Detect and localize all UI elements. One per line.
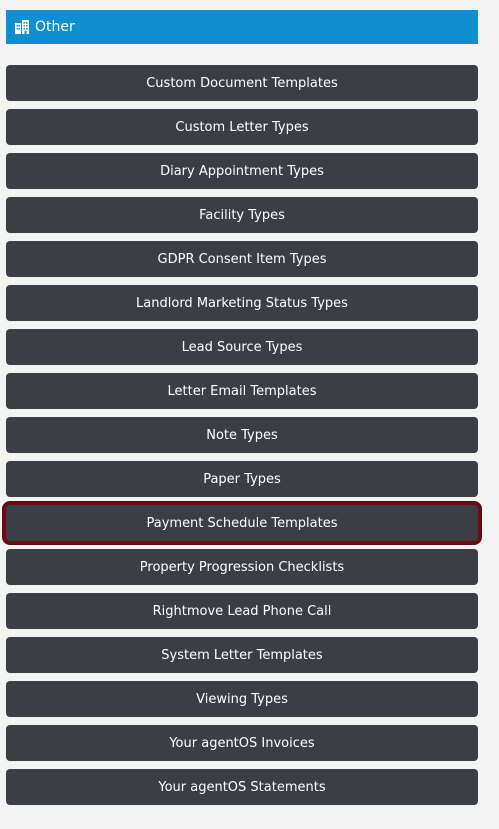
menu-button-label: Your agentOS Invoices [169,735,315,751]
viewing-types-button[interactable]: Viewing Types [6,681,478,717]
other-settings-panel: Other Custom Document Templates Custom Le… [6,10,478,813]
settings-menu-list: Custom Document Templates Custom Letter T… [6,65,478,805]
your-agentos-statements-button[interactable]: Your agentOS Statements [6,769,478,805]
building-icon [14,19,30,35]
menu-button-label: Lead Source Types [181,339,303,355]
menu-button-label: Viewing Types [196,691,288,707]
menu-button-label: System Letter Templates [161,647,323,663]
menu-button-label: Diary Appointment Types [160,163,324,179]
menu-button-label: GDPR Consent Item Types [157,251,327,267]
gdpr-consent-item-types-button[interactable]: GDPR Consent Item Types [6,241,478,277]
facility-types-button[interactable]: Facility Types [6,197,478,233]
landlord-marketing-status-types-button[interactable]: Landlord Marketing Status Types [6,285,478,321]
menu-button-label: Custom Document Templates [146,75,338,91]
your-agentos-invoices-button[interactable]: Your agentOS Invoices [6,725,478,761]
menu-button-label: Note Types [206,427,278,443]
menu-button-label: Letter Email Templates [167,383,317,399]
lead-source-types-button[interactable]: Lead Source Types [6,329,478,365]
custom-letter-types-button[interactable]: Custom Letter Types [6,109,478,145]
menu-button-label: Landlord Marketing Status Types [136,295,348,311]
note-types-button[interactable]: Note Types [6,417,478,453]
section-title: Other [35,19,75,35]
menu-button-label: Rightmove Lead Phone Call [152,603,332,619]
menu-button-label: Paper Types [203,471,281,487]
menu-button-label: Facility Types [199,207,285,223]
diary-appointment-types-button[interactable]: Diary Appointment Types [6,153,478,189]
custom-document-templates-button[interactable]: Custom Document Templates [6,65,478,101]
rightmove-lead-phone-call-button[interactable]: Rightmove Lead Phone Call [6,593,478,629]
section-header: Other [6,10,478,44]
system-letter-templates-button[interactable]: System Letter Templates [6,637,478,673]
letter-email-templates-button[interactable]: Letter Email Templates [6,373,478,409]
menu-button-label: Your agentOS Statements [158,779,326,795]
menu-button-label: Property Progression Checklists [139,559,345,575]
payment-schedule-templates-button[interactable]: Payment Schedule Templates [6,505,478,541]
menu-button-label: Payment Schedule Templates [146,515,338,531]
paper-types-button[interactable]: Paper Types [6,461,478,497]
property-progression-checklists-button[interactable]: Property Progression Checklists [6,549,478,585]
menu-button-label: Custom Letter Types [175,119,309,135]
